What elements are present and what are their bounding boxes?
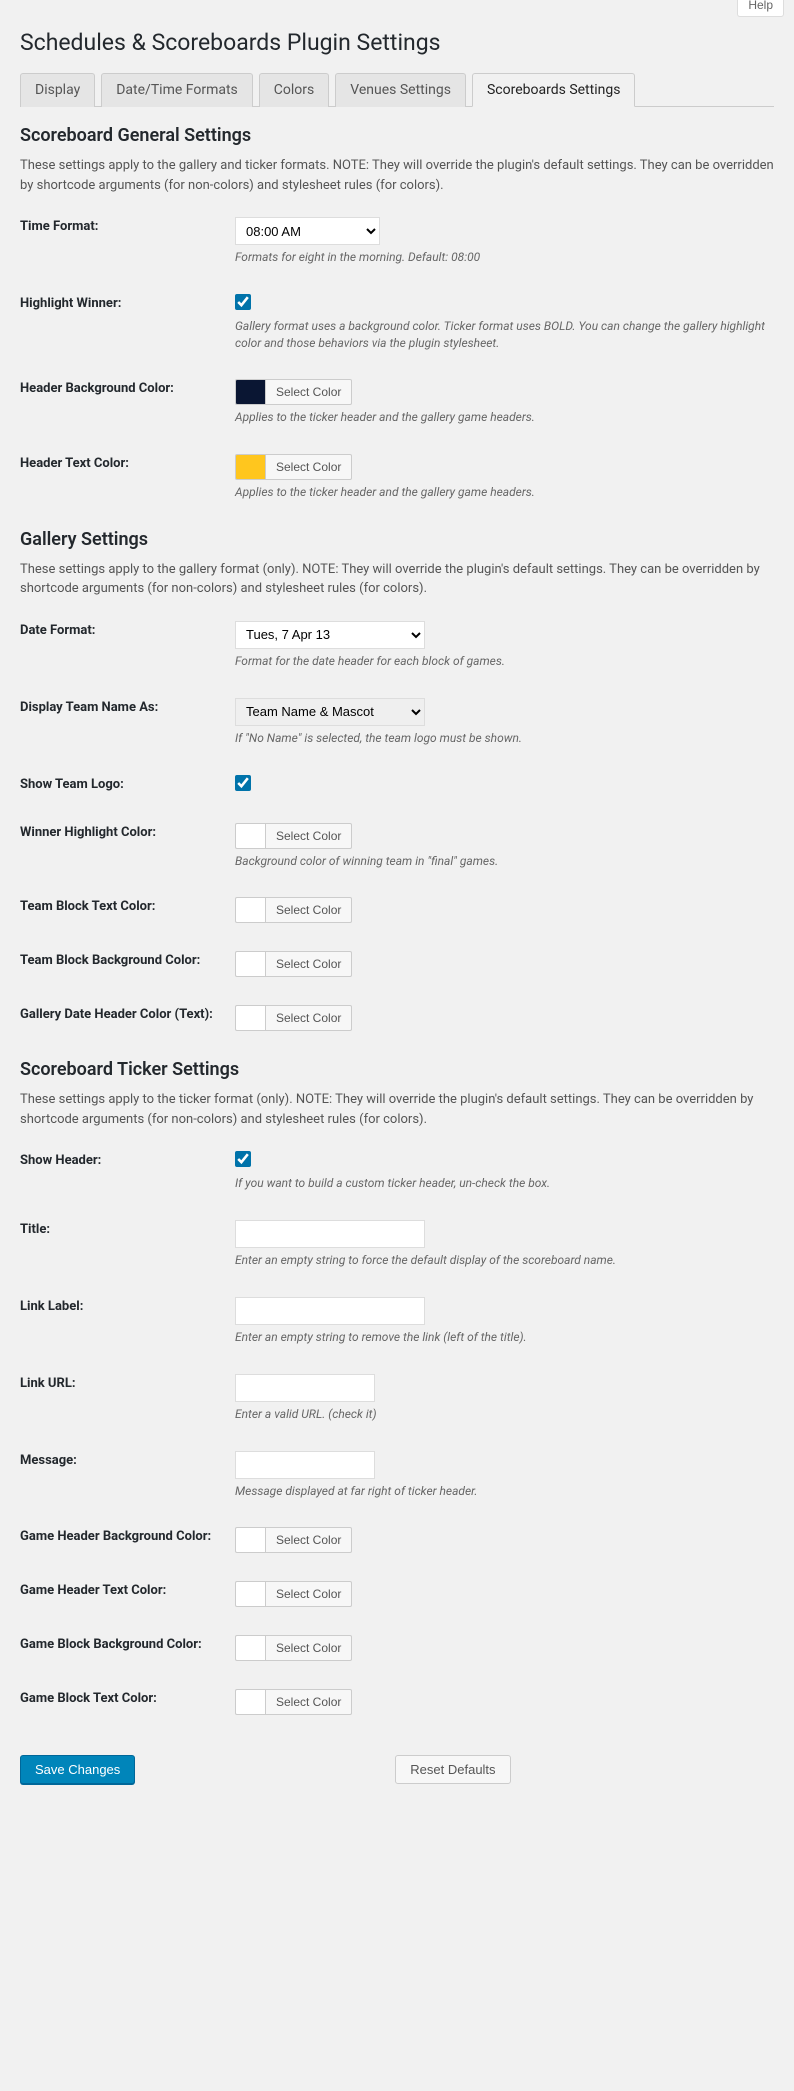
header-text-hint: Applies to the ticker header and the gal… [235, 484, 774, 501]
gallery-date-header-swatch [235, 1005, 265, 1031]
date-format-label: Date Format: [20, 621, 235, 670]
winner-highlight-swatch [235, 823, 265, 849]
help-button[interactable]: Help [737, 0, 784, 17]
header-text-swatch [235, 454, 265, 480]
ticker-title-label: Title: [20, 1220, 235, 1269]
time-format-label: Time Format: [20, 217, 235, 266]
highlight-winner-hint: Gallery format uses a background color. … [235, 318, 774, 352]
reset-defaults-button[interactable]: Reset Defaults [395, 1755, 510, 1784]
time-format-hint: Formats for eight in the morning. Defaul… [235, 249, 774, 266]
team-block-text-label: Team Block Text Color: [20, 897, 235, 923]
header-text-select-button[interactable]: Select Color [265, 454, 352, 480]
message-input[interactable] [235, 1451, 375, 1479]
game-block-bg-select-button[interactable]: Select Color [265, 1635, 352, 1661]
section-general-desc: These settings apply to the gallery and … [20, 156, 774, 195]
ticker-title-hint: Enter an empty string to force the defau… [235, 1252, 774, 1269]
team-name-as-select[interactable]: Team Name & Mascot [235, 698, 425, 726]
ticker-title-input[interactable] [235, 1220, 425, 1248]
show-logo-label: Show Team Logo: [20, 775, 235, 795]
winner-highlight-label: Winner Highlight Color: [20, 823, 235, 870]
tab-scoreboards-settings[interactable]: Scoreboards Settings [472, 73, 635, 107]
header-bg-label: Header Background Color: [20, 379, 235, 426]
save-changes-button[interactable]: Save Changes [20, 1755, 135, 1784]
show-header-hint: If you want to build a custom ticker hea… [235, 1175, 774, 1192]
gallery-date-header-label: Gallery Date Header Color (Text): [20, 1005, 235, 1031]
winner-highlight-hint: Background color of winning team in "fin… [235, 853, 774, 870]
page-title: Schedules & Scoreboards Plugin Settings [20, 17, 774, 72]
header-bg-swatch [235, 379, 265, 405]
team-block-bg-select-button[interactable]: Select Color [265, 951, 352, 977]
game-block-bg-swatch [235, 1635, 265, 1661]
section-general-heading: Scoreboard General Settings [20, 125, 774, 146]
link-label-input[interactable] [235, 1297, 425, 1325]
team-block-text-swatch [235, 897, 265, 923]
highlight-winner-checkbox[interactable] [235, 294, 251, 310]
tab-venues-settings[interactable]: Venues Settings [335, 73, 466, 107]
team-name-as-hint: If "No Name" is selected, the team logo … [235, 730, 774, 747]
game-header-bg-select-button[interactable]: Select Color [265, 1527, 352, 1553]
game-block-text-label: Game Block Text Color: [20, 1689, 235, 1715]
date-format-hint: Format for the date header for each bloc… [235, 653, 774, 670]
link-label-label: Link Label: [20, 1297, 235, 1346]
header-text-label: Header Text Color: [20, 454, 235, 501]
team-block-bg-swatch [235, 951, 265, 977]
winner-highlight-select-button[interactable]: Select Color [265, 823, 352, 849]
message-label: Message: [20, 1451, 235, 1500]
game-block-text-select-button[interactable]: Select Color [265, 1689, 352, 1715]
tab-datetime-formats[interactable]: Date/Time Formats [101, 73, 253, 107]
section-gallery-heading: Gallery Settings [20, 529, 774, 550]
link-url-label: Link URL: [20, 1374, 235, 1423]
game-header-text-label: Game Header Text Color: [20, 1581, 235, 1607]
link-url-hint: Enter a valid URL. (check it) [235, 1406, 774, 1423]
settings-tabs: Display Date/Time Formats Colors Venues … [20, 72, 774, 107]
team-block-bg-label: Team Block Background Color: [20, 951, 235, 977]
game-header-bg-label: Game Header Background Color: [20, 1527, 235, 1553]
game-block-text-swatch [235, 1689, 265, 1715]
game-header-text-swatch [235, 1581, 265, 1607]
time-format-select[interactable]: 08:00 AM [235, 217, 380, 245]
header-bg-hint: Applies to the ticker header and the gal… [235, 409, 774, 426]
date-format-select[interactable]: Tues, 7 Apr 13 [235, 621, 425, 649]
gallery-date-header-select-button[interactable]: Select Color [265, 1005, 352, 1031]
section-gallery-desc: These settings apply to the gallery form… [20, 560, 774, 599]
show-logo-checkbox[interactable] [235, 775, 251, 791]
highlight-winner-label: Highlight Winner: [20, 294, 235, 352]
game-header-text-select-button[interactable]: Select Color [265, 1581, 352, 1607]
show-header-label: Show Header: [20, 1151, 235, 1192]
message-hint: Message displayed at far right of ticker… [235, 1483, 774, 1500]
team-name-as-label: Display Team Name As: [20, 698, 235, 747]
game-header-bg-swatch [235, 1527, 265, 1553]
team-block-text-select-button[interactable]: Select Color [265, 897, 352, 923]
link-label-hint: Enter an empty string to remove the link… [235, 1329, 774, 1346]
section-ticker-heading: Scoreboard Ticker Settings [20, 1059, 774, 1080]
header-bg-select-button[interactable]: Select Color [265, 379, 352, 405]
section-ticker-desc: These settings apply to the ticker forma… [20, 1090, 774, 1129]
tab-display[interactable]: Display [20, 73, 95, 107]
game-block-bg-label: Game Block Background Color: [20, 1635, 235, 1661]
show-header-checkbox[interactable] [235, 1151, 251, 1167]
tab-colors[interactable]: Colors [259, 73, 329, 107]
link-url-input[interactable] [235, 1374, 375, 1402]
